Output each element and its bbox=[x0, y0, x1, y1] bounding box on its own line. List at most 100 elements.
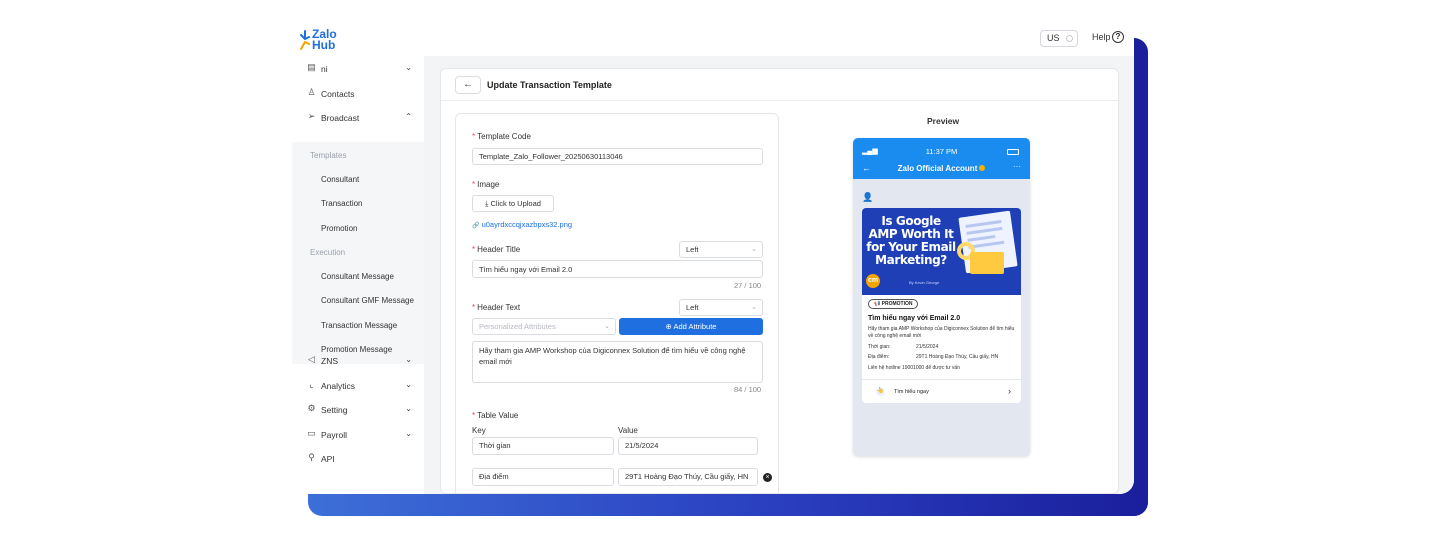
chevron-down-icon: ⌄ bbox=[405, 355, 412, 364]
table-row-key-input[interactable]: Thời gian bbox=[472, 437, 614, 455]
row-value: 29T1 Hoàng Đạo Thúy, Cầu giấy, HN bbox=[916, 354, 999, 360]
chevron-down-icon: ⌄ bbox=[751, 246, 757, 253]
required-mark: * bbox=[472, 303, 476, 312]
chevron-down-icon: ⌄ bbox=[751, 304, 757, 311]
sidebar-item-label: Payroll bbox=[321, 430, 347, 440]
link-icon: ⚲ bbox=[308, 452, 315, 462]
header-text-align-select[interactable]: Left ⌄ bbox=[679, 299, 763, 316]
sidebar-item-label: Analytics bbox=[321, 381, 356, 391]
sidebar-item-label: Contacts bbox=[321, 89, 355, 99]
chevron-down-icon: ⌄ bbox=[405, 429, 412, 438]
cta-label: Tìm hiểu ngay bbox=[894, 389, 929, 395]
logo-line-2: Hub bbox=[312, 38, 336, 52]
attachment-icon: 🔗 bbox=[472, 223, 480, 229]
envelope-illustration-icon bbox=[970, 252, 1004, 274]
table-row-key-input[interactable]: Địa điểm bbox=[472, 468, 614, 486]
banner-headline: Is Google AMP Worth It for Your Email Ma… bbox=[866, 214, 956, 267]
status-time: 11:37 PM bbox=[925, 147, 958, 156]
language-select[interactable]: US bbox=[1040, 30, 1078, 47]
header-title-label: * Header Title bbox=[472, 245, 520, 254]
screenshot-stage: Zalo Hub US Help ? Templates Consultant … bbox=[0, 0, 1449, 551]
sidebar-item-consultant-gmf-message[interactable]: Consultant GMF Message bbox=[321, 296, 414, 305]
sidebar-item-ni[interactable]: ▤ ni ⌄ bbox=[292, 58, 424, 80]
sidebar: Templates Consultant Transaction Promoti… bbox=[292, 56, 424, 494]
template-panel: ← Update Transaction Template * Template … bbox=[440, 68, 1119, 494]
table-value-label: * Table Value bbox=[472, 411, 518, 420]
hand-pointer-icon: 👆 bbox=[876, 387, 885, 396]
submenu-heading-templates: Templates bbox=[310, 151, 347, 160]
select-placeholder: Personalized Attributes bbox=[479, 322, 556, 331]
header-text-counter: 84 / 100 bbox=[734, 385, 762, 394]
broadcast-submenu: Templates Consultant Transaction Promoti… bbox=[292, 142, 424, 364]
decorative-backdrop-bottom bbox=[308, 494, 1148, 516]
chevron-down-icon: ⌄ bbox=[405, 380, 412, 389]
cta-button[interactable]: 👆 Tìm hiểu ngay › bbox=[862, 379, 1021, 403]
phone-preview: ▂▄▆ 11:37 PM ← Zalo Official Account ···… bbox=[853, 138, 1030, 456]
sidebar-item-consultant-message[interactable]: Consultant Message bbox=[321, 272, 394, 281]
select-value: Left bbox=[686, 303, 699, 312]
upload-button[interactable]: ⤓ Click to Upload bbox=[472, 195, 554, 212]
sidebar-item-label: API bbox=[321, 454, 335, 464]
banner-image: Is Google AMP Worth It for Your Email Ma… bbox=[862, 208, 1021, 295]
preview-title: Preview bbox=[927, 116, 960, 126]
sidebar-item-label: Setting bbox=[321, 405, 348, 415]
template-code-input[interactable]: Template_Zalo_Follower_20250630113046 bbox=[472, 148, 763, 165]
card-icon: ▭ bbox=[307, 428, 316, 438]
select-value: Left bbox=[686, 245, 699, 254]
sidebar-item-api[interactable]: ⚲ API bbox=[292, 448, 424, 470]
header-title-input[interactable]: Tìm hiểu ngay với Email 2.0 bbox=[472, 260, 763, 278]
main-content: ← Update Transaction Template * Template … bbox=[424, 56, 1134, 494]
header-text-input[interactable]: Hãy tham gia AMP Workshop của Digiconnex… bbox=[472, 341, 763, 383]
remove-row-icon[interactable]: × bbox=[763, 473, 772, 482]
message-title: Tìm hiểu ngay với Email 2.0 bbox=[868, 315, 961, 322]
list-icon: ▤ bbox=[307, 62, 316, 72]
chevron-down-icon: ⌄ bbox=[405, 63, 412, 72]
required-mark: * bbox=[472, 180, 476, 189]
sidebar-item-transaction-message[interactable]: Transaction Message bbox=[321, 321, 397, 330]
banner-author: By Kevin George bbox=[909, 280, 940, 285]
plus-circle-icon: ⊕ bbox=[665, 322, 672, 331]
banner-logo: cm bbox=[866, 274, 880, 288]
help-link[interactable]: Help bbox=[1092, 32, 1111, 42]
sidebar-item-contacts[interactable]: ♙ Contacts bbox=[292, 83, 424, 105]
globe-icon bbox=[1066, 35, 1073, 42]
logo-text: Zalo Hub bbox=[312, 28, 337, 52]
sidebar-item-analytics[interactable]: ⌞ Analytics ⌄ bbox=[292, 375, 424, 397]
verified-badge-icon bbox=[979, 165, 986, 171]
language-value: US bbox=[1047, 33, 1060, 43]
help-icon[interactable]: ? bbox=[1112, 31, 1124, 43]
sidebar-item-consultant-template[interactable]: Consultant bbox=[321, 175, 359, 184]
user-icon: ♙ bbox=[307, 87, 316, 97]
back-button[interactable]: ← bbox=[455, 76, 481, 94]
label-text: Header Title bbox=[477, 245, 521, 254]
table-row-value-input[interactable]: 29T1 Hoàng Đạo Thúy, Cầu giấy, HN bbox=[618, 468, 758, 486]
label-text: Table Value bbox=[477, 411, 519, 420]
label-text: Header Text bbox=[477, 303, 521, 312]
header-text-label: * Header Text bbox=[472, 303, 520, 312]
button-label: Add Attribute bbox=[673, 322, 717, 331]
submenu-heading-execution: Execution bbox=[310, 248, 346, 257]
sidebar-item-broadcast[interactable]: ➢ Broadcast ⌃ bbox=[292, 107, 424, 129]
upload-label: Click to Upload bbox=[490, 199, 541, 208]
chevron-down-icon: ⌄ bbox=[405, 404, 412, 413]
panel-header: ← Update Transaction Template bbox=[441, 69, 1118, 101]
sidebar-item-setting[interactable]: ⚙ Setting ⌄ bbox=[292, 399, 424, 421]
uploaded-file-link[interactable]: 🔗 u0ayrdxccqjxazbpxs32.png bbox=[472, 220, 572, 229]
app-window: Zalo Hub US Help ? Templates Consultant … bbox=[292, 18, 1134, 494]
sidebar-item-promotion-template[interactable]: Promotion bbox=[321, 224, 357, 233]
header-title-align-select[interactable]: Left ⌄ bbox=[679, 241, 763, 258]
sidebar-item-transaction-template[interactable]: Transaction bbox=[321, 199, 363, 208]
required-mark: * bbox=[472, 411, 476, 420]
sidebar-item-payroll[interactable]: ▭ Payroll ⌄ bbox=[292, 424, 424, 446]
sidebar-item-zns[interactable]: ◁ ZNS ⌄ bbox=[292, 350, 424, 372]
row-key: Địa điểm: bbox=[868, 354, 890, 360]
personalized-attributes-select[interactable]: Personalized Attributes ⌄ bbox=[472, 318, 616, 335]
zalo-hub-logo[interactable]: Zalo Hub bbox=[298, 28, 358, 54]
battery-icon bbox=[1007, 149, 1019, 155]
phone-header: ▂▄▆ 11:37 PM ← Zalo Official Account ··· bbox=[853, 138, 1030, 179]
add-attribute-button[interactable]: ⊕ Add Attribute bbox=[619, 318, 763, 335]
row-value: 21/5/2024 bbox=[916, 344, 939, 350]
logo-mark-icon bbox=[300, 30, 310, 50]
badge-label: PROMOTION bbox=[881, 301, 913, 307]
table-row-value-input[interactable]: 21/5/2024 bbox=[618, 437, 758, 455]
